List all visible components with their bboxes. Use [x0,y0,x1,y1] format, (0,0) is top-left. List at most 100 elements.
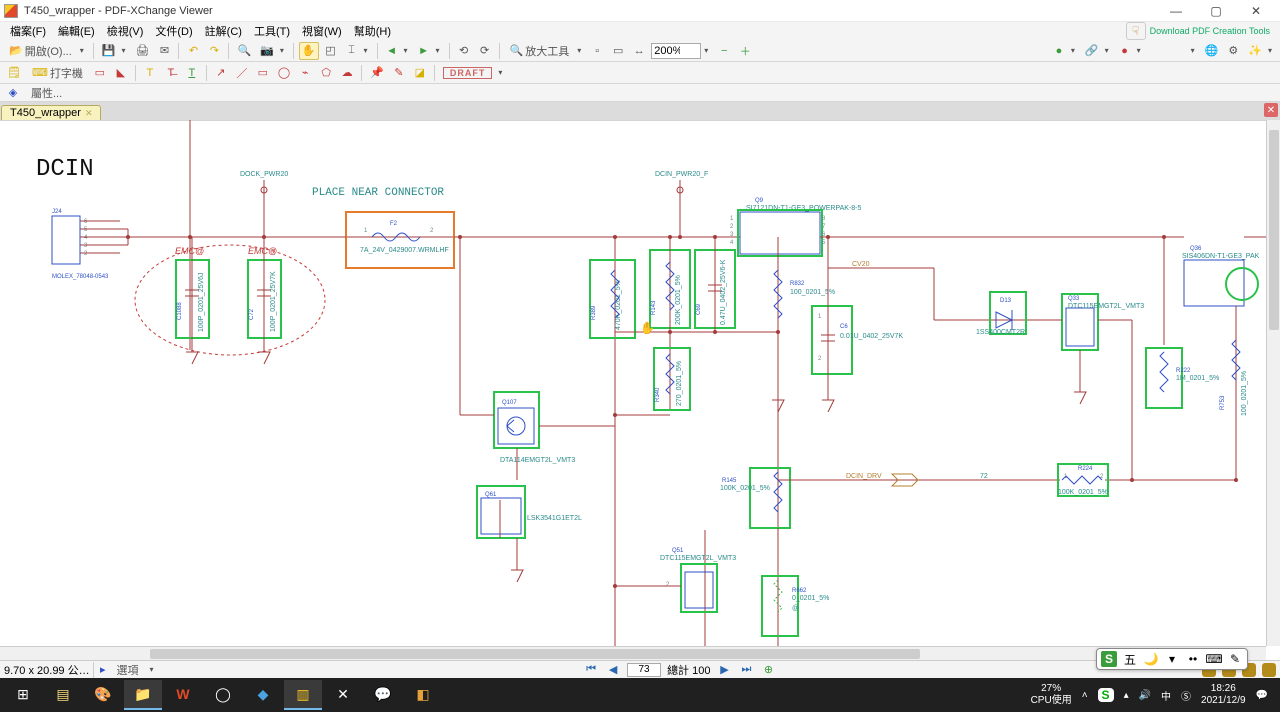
wand-icon[interactable]: ✨ [1245,42,1265,60]
promo-link[interactable]: ☟ Download PDF Creation Tools [1120,22,1276,40]
mail-icon[interactable]: ✉ [155,42,173,60]
tray-ime-icon[interactable]: S [1098,688,1114,702]
cpu-meter[interactable]: 27% CPU使用 [1031,683,1072,707]
horizontal-scrollbar[interactable] [0,646,1266,660]
taskbar-app1-icon[interactable]: ◆ [244,680,282,710]
line-icon[interactable]: ／ [233,64,251,82]
open-dd[interactable]: ▾ [80,46,88,55]
tray-network-icon[interactable]: ▴ [1124,690,1129,701]
typewriter-button[interactable]: ⌨打字機 [27,64,88,82]
svg-text:PLACE NEAR CONNECTOR: PLACE NEAR CONNECTOR [312,187,444,199]
page-input[interactable] [627,663,661,677]
open-button[interactable]: 📂開啟(O)... [4,42,77,60]
oval-icon[interactable]: ◯ [275,64,293,82]
textbox-icon[interactable]: ▭ [91,64,109,82]
underline-icon[interactable]: T [183,64,201,82]
menu-file[interactable]: 檔案(F) [4,22,52,40]
vertical-scrollbar[interactable] [1266,120,1280,646]
cloud-icon[interactable]: ☁ [338,64,356,82]
tray-up-icon[interactable]: ˄ [1082,690,1088,701]
clock[interactable]: 18:26 2021/12/9 [1201,683,1246,707]
camera-icon[interactable]: 📷 [257,42,277,60]
polyline-icon[interactable]: ⌁ [296,64,314,82]
rect-icon[interactable]: ▭ [254,64,272,82]
taskbar-explorer-icon[interactable]: ▤ [44,680,82,710]
pencil-icon[interactable]: ✎ [390,64,408,82]
zoom-in-icon[interactable]: ＋ [736,42,754,60]
tray-lang[interactable]: 中 [1161,688,1171,703]
tabs-close-all[interactable]: ✕ [1264,103,1278,117]
minimize-button[interactable]: — [1156,1,1196,21]
help-icon[interactable]: ● [1050,42,1068,60]
ime-float-bar[interactable]: S 五 🌙 ▾ •• ⌨ ✎ [1096,648,1248,670]
last-page-icon[interactable]: ⏭ [738,663,754,677]
taskbar-folder-icon[interactable]: 📁 [124,680,162,710]
undo-icon[interactable]: ↶ [184,42,202,60]
tab-t450[interactable]: T450_wrapper ✕ [1,105,101,120]
stamp-icon[interactable]: DRAFT [440,64,496,82]
options-button[interactable]: 選項 [112,661,144,679]
menu-tools[interactable]: 工具(T) [248,22,296,40]
rotate-cw-icon[interactable]: ⟳ [476,42,494,60]
zoom-input[interactable] [651,43,701,59]
properties-button[interactable]: 屬性... [26,84,67,102]
zoom-tool[interactable]: 🔍放大工具 [505,42,575,60]
document-canvas[interactable]: DCIN J24 6 5 4 3 2 MOLEX_78048-0543 EMC@… [0,120,1280,660]
properties-row: ◈ 屬性... [0,84,1280,102]
menu-comment[interactable]: 註解(C) [199,22,248,40]
prev-view-icon[interactable]: ◄ [383,42,401,60]
sticky-note-icon[interactable]: 🗒 [4,64,24,82]
prev-page-icon[interactable]: ◀ [605,663,621,677]
world-icon[interactable]: 🌐 [1202,42,1222,60]
notifications-icon[interactable]: 💬 [1256,690,1268,701]
menu-document[interactable]: 文件(D) [149,22,198,40]
fit-width-icon[interactable]: ↔ [630,42,648,60]
arrow-icon[interactable]: ↗ [212,64,230,82]
snapshot-icon[interactable]: ◰ [322,42,340,60]
menu-help[interactable]: 幫助(H) [348,22,397,40]
eraser-icon[interactable]: ◪ [411,64,429,82]
save-icon[interactable]: 💾 [99,42,119,60]
actual-size-icon[interactable]: ▫ [588,42,606,60]
taskbar-wps-icon[interactable]: W [164,680,202,710]
menu-edit[interactable]: 編輯(E) [52,22,101,40]
taskbar-obs-icon[interactable]: ◯ [204,680,242,710]
nav-plus-icon[interactable]: ⊕ [760,663,776,677]
taskbar-paint-icon[interactable]: 🎨 [84,680,122,710]
polygon-icon[interactable]: ⬠ [317,64,335,82]
menu-window[interactable]: 視窗(W) [296,22,348,40]
menu-view[interactable]: 檢視(V) [101,22,150,40]
maximize-button[interactable]: ▢ [1196,1,1236,21]
tray-sogou-icon[interactable]: Ⓢ [1181,688,1191,703]
taskbar-app3-icon[interactable]: ◧ [404,680,442,710]
prop-icon[interactable]: ◈ [4,84,22,102]
fit-page-icon[interactable]: ▭ [609,42,627,60]
hand-tool-icon[interactable]: ✋ [299,42,319,60]
ime-mode[interactable]: 五 [1122,651,1138,667]
close-button[interactable]: ✕ [1236,1,1276,21]
highlight-icon[interactable]: T [141,64,159,82]
search-icon[interactable]: 🔍 [234,42,254,60]
pin-icon[interactable]: 📌 [367,64,387,82]
color-icon[interactable]: ● [1116,42,1134,60]
taskbar-app2-icon[interactable]: ✕ [324,680,362,710]
link-icon[interactable]: 🔗 [1082,42,1102,60]
taskbar-wechat-icon[interactable]: 💬 [364,680,402,710]
svg-text:200K_0201_5%: 200K_0201_5% [675,275,682,325]
gear-icon[interactable]: ⚙ [1224,42,1242,60]
redo-icon[interactable]: ↷ [205,42,223,60]
select-icon[interactable]: ⌶ [343,42,361,60]
tray-volume-icon[interactable]: 🔊 [1139,690,1151,701]
tab-close-icon[interactable]: ✕ [85,108,93,119]
callout-icon[interactable]: ◣ [112,64,130,82]
first-page-icon[interactable]: ⏮ [583,663,599,677]
print-icon[interactable]: 🖨 [132,42,152,60]
rotate-ccw-icon[interactable]: ⟲ [455,42,473,60]
taskbar-pdfx-icon[interactable]: ▥ [284,680,322,710]
next-view-icon[interactable]: ► [415,42,433,60]
strikeout-icon[interactable]: T̶ [162,64,180,82]
next-page-icon[interactable]: ▶ [716,663,732,677]
layout-contfacing-icon[interactable] [1262,663,1276,677]
zoom-out-icon[interactable]: − [715,42,733,60]
start-button[interactable]: ⊞ [4,680,42,710]
